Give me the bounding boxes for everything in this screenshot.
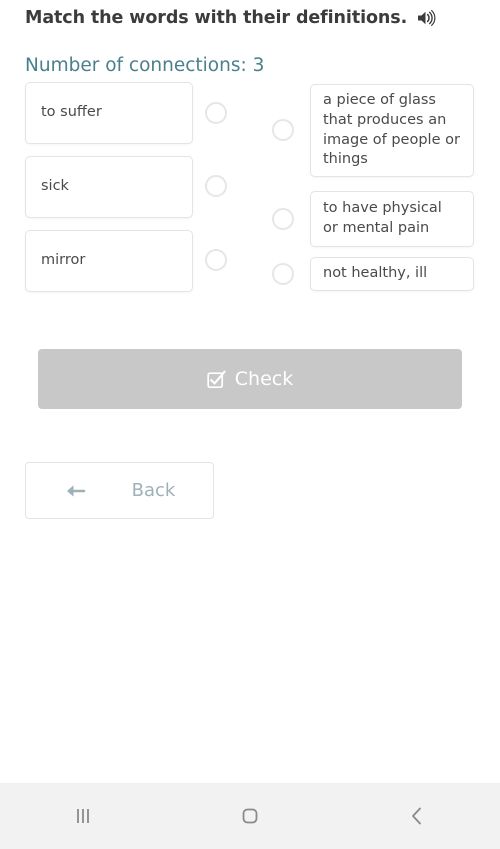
arrow-left-icon [64, 481, 86, 501]
page-title-text: Match the words with their definitions. [25, 8, 408, 28]
page-title: Match the words with their definitions. [25, 8, 475, 28]
chevron-left-icon [404, 803, 430, 829]
check-button-label: Check [234, 368, 294, 390]
nav-recents-button[interactable] [0, 783, 167, 849]
android-navigation-bar [0, 783, 500, 849]
definition-card[interactable]: not healthy, ill [310, 257, 474, 291]
check-button[interactable]: Check [38, 349, 462, 409]
definition-connector-dot[interactable] [272, 208, 294, 230]
definition-card-label: to have physical or mental pain [323, 200, 442, 236]
nav-back-button[interactable] [333, 783, 500, 849]
word-card-label: sick [41, 178, 69, 195]
exercise-page: Match the words with their definitions. … [0, 0, 500, 783]
connections-counter: Number of connections: 3 [25, 55, 265, 76]
definition-connector-dot[interactable] [272, 263, 294, 285]
word-connector-dot[interactable] [205, 249, 227, 271]
word-card[interactable]: sick [25, 156, 193, 218]
check-square-icon [207, 369, 226, 389]
back-button-label: Back [131, 480, 176, 501]
nav-home-button[interactable] [167, 783, 334, 849]
definition-card[interactable]: a piece of glass that produces an image … [310, 84, 474, 177]
definition-card-label: a piece of glass that produces an image … [323, 92, 460, 168]
word-connector-dot[interactable] [205, 175, 227, 197]
word-card[interactable]: to suffer [25, 82, 193, 144]
word-card-label: mirror [41, 252, 86, 269]
recents-icon [70, 803, 96, 829]
word-connector-dot[interactable] [205, 102, 227, 124]
speaker-icon[interactable] [416, 8, 436, 28]
definition-card-label: not healthy, ill [323, 265, 428, 282]
home-icon [237, 803, 263, 829]
word-card[interactable]: mirror [25, 230, 193, 292]
definition-card[interactable]: to have physical or mental pain [310, 191, 474, 247]
back-button[interactable]: Back [25, 462, 214, 519]
matching-board: to suffer sick mirror a piece of glass t… [0, 78, 500, 303]
word-card-label: to suffer [41, 104, 102, 121]
definition-connector-dot[interactable] [272, 119, 294, 141]
